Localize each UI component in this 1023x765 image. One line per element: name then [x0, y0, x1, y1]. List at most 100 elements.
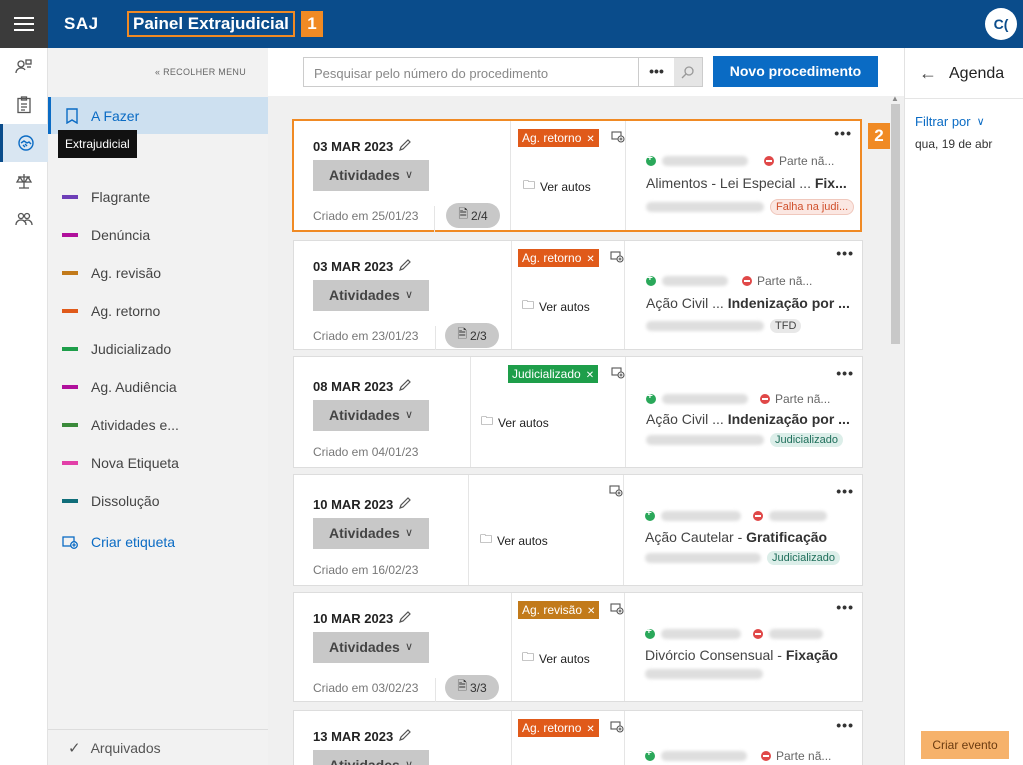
close-icon[interactable]: ✕: [586, 254, 594, 265]
procedure-card[interactable]: 03 MAR 2023 Atividades ∨ Criado em 23/01/…: [293, 240, 863, 350]
agenda-panel: ← Agenda Filtrar por ∨ qua, 19 de abr Cr…: [904, 48, 1023, 765]
add-tag-icon[interactable]: [610, 720, 624, 734]
search-icon[interactable]: [674, 58, 702, 86]
edit-pencil-icon[interactable]: [398, 378, 412, 392]
pages-badge[interactable]: 🗎 3/3: [445, 675, 499, 700]
status-tag[interactable]: Ag. retorno ✕: [518, 249, 599, 267]
avatar[interactable]: C(: [985, 8, 1017, 40]
add-tag-icon[interactable]: [610, 250, 624, 264]
edit-pencil-icon[interactable]: [398, 496, 412, 510]
activities-dropdown[interactable]: Atividades ∨: [313, 750, 429, 765]
activities-dropdown[interactable]: Atividades ∨: [313, 280, 429, 311]
brand-logo[interactable]: SAJ: [64, 14, 99, 34]
label-item[interactable]: Nova Etiqueta: [48, 444, 268, 482]
procedure-card[interactable]: 08 MAR 2023 Atividades ∨ Criado em 04/01/…: [293, 356, 863, 468]
user-search-icon[interactable]: [0, 48, 48, 86]
activities-label: Atividades: [329, 525, 400, 541]
edit-pencil-icon[interactable]: [398, 258, 412, 272]
more-options-icon[interactable]: •••: [834, 125, 852, 141]
close-icon[interactable]: ✕: [586, 370, 594, 381]
people-icon[interactable]: [0, 200, 48, 238]
view-records-link[interactable]: 🗀 Ver autos: [522, 648, 590, 669]
procedure-card[interactable]: 10 MAR 2023 Atividades ∨ Criado em 03/02/…: [293, 592, 863, 702]
close-icon[interactable]: ✕: [587, 606, 595, 617]
create-event-button[interactable]: Criar evento: [921, 731, 1009, 759]
divider: [624, 711, 625, 765]
menu-item-a-fazer[interactable]: A Fazer: [48, 97, 268, 134]
new-procedure-button[interactable]: Novo procedimento: [713, 56, 878, 87]
redacted-number: [646, 202, 764, 212]
label-item[interactable]: Judicializado: [48, 330, 268, 368]
add-tag-icon: [62, 536, 78, 549]
label-item[interactable]: Ag. Audiência: [48, 368, 268, 406]
party-minus-icon: [753, 629, 763, 639]
collapse-menu-button[interactable]: « RECOLHER MENU: [155, 67, 246, 77]
scales-icon[interactable]: [0, 162, 48, 200]
status-tag-label: Ag. revisão: [522, 603, 583, 617]
back-arrow-icon[interactable]: ←: [919, 63, 937, 84]
scrollbar[interactable]: ▲: [888, 94, 902, 765]
label-item[interactable]: Denúncia: [48, 216, 268, 254]
procedure-card[interactable]: 13 MAR 2023 Atividades ∨ Ag. retorno ✕ •••…: [293, 710, 863, 765]
label-item[interactable]: Ag. revisão: [48, 254, 268, 292]
view-records-link[interactable]: 🗀 Ver autos: [480, 530, 548, 551]
view-records-label: Ver autos: [539, 299, 590, 314]
view-records-link[interactable]: 🗀 Ver autos: [523, 176, 591, 197]
edit-pencil-icon[interactable]: [398, 138, 412, 152]
menu-icon[interactable]: [0, 0, 48, 48]
search-options-button[interactable]: •••: [638, 58, 674, 86]
party-minus-icon: [742, 276, 752, 286]
pages-badge[interactable]: 🗎 2/4: [446, 203, 500, 228]
subject-text: Ação Cautelar -: [645, 529, 747, 545]
handshake-icon[interactable]: [0, 124, 48, 162]
filter-dropdown[interactable]: Filtrar por ∨: [915, 114, 985, 129]
activities-dropdown[interactable]: Atividades ∨: [313, 632, 429, 663]
label-item[interactable]: Atividades e...: [48, 406, 268, 444]
activities-dropdown[interactable]: Atividades ∨: [313, 400, 429, 431]
status-tag[interactable]: Ag. retorno ✕: [518, 719, 599, 737]
party-plus-icon: [645, 508, 655, 521]
view-records-link[interactable]: 🗀 Ver autos: [481, 412, 549, 433]
status-tag[interactable]: Judicializado ✕: [508, 365, 599, 383]
add-tag-icon[interactable]: [610, 602, 624, 616]
edit-pencil-icon[interactable]: [398, 610, 412, 624]
close-icon[interactable]: ✕: [586, 724, 594, 735]
view-records-link[interactable]: 🗀 Ver autos: [522, 296, 590, 317]
archived-button[interactable]: ✓ Arquivados: [48, 729, 268, 765]
more-options-icon[interactable]: •••: [836, 483, 854, 499]
view-records-label: Ver autos: [497, 533, 548, 548]
more-options-icon[interactable]: •••: [836, 599, 854, 615]
clipboard-icon[interactable]: [0, 86, 48, 124]
procedure-card[interactable]: 10 MAR 2023 Atividades ∨ Criado em 16/02/…: [293, 474, 863, 586]
label-item[interactable]: Dissolução: [48, 482, 268, 520]
folder-icon: 🗀: [523, 178, 536, 192]
label-item[interactable]: Ag. retorno: [48, 292, 268, 330]
label-item[interactable]: Flagrante: [48, 178, 268, 216]
create-label-button[interactable]: Criar etiqueta: [62, 534, 175, 550]
party-label: Parte nã...: [775, 392, 831, 406]
status-tag[interactable]: Ag. revisão ✕: [518, 601, 600, 619]
more-options-icon[interactable]: •••: [836, 717, 854, 733]
activities-dropdown[interactable]: Atividades ∨: [313, 518, 429, 549]
callout-marker-1: 1: [301, 11, 323, 37]
status-tag[interactable]: Ag. retorno ✕: [518, 129, 599, 147]
party-label: Parte nã...: [776, 749, 832, 763]
close-icon[interactable]: ✕: [586, 134, 594, 145]
scroll-up-icon[interactable]: ▲: [891, 94, 899, 103]
chevron-down-icon: ∨: [404, 527, 413, 539]
card-footer: Falha na judi...: [646, 199, 855, 215]
subject-text: Ação Civil ...: [646, 295, 724, 311]
add-tag-icon[interactable]: [609, 484, 623, 498]
scrollbar-thumb[interactable]: [891, 104, 900, 344]
pages-badge[interactable]: 🗎 2/3: [445, 323, 499, 348]
activities-dropdown[interactable]: Atividades ∨: [313, 160, 429, 191]
redacted-number: [646, 435, 764, 445]
more-options-icon[interactable]: •••: [836, 245, 854, 261]
activities-label: Atividades: [329, 287, 400, 303]
search-input[interactable]: Pesquisar pelo número do procedimento ••…: [303, 57, 703, 87]
more-options-icon[interactable]: •••: [836, 365, 854, 381]
add-tag-icon[interactable]: [611, 130, 625, 144]
add-tag-icon[interactable]: [611, 366, 625, 380]
procedure-card[interactable]: 03 MAR 2023 Atividades ∨ Criado em 25/01/…: [292, 119, 890, 232]
edit-pencil-icon[interactable]: [398, 728, 412, 742]
